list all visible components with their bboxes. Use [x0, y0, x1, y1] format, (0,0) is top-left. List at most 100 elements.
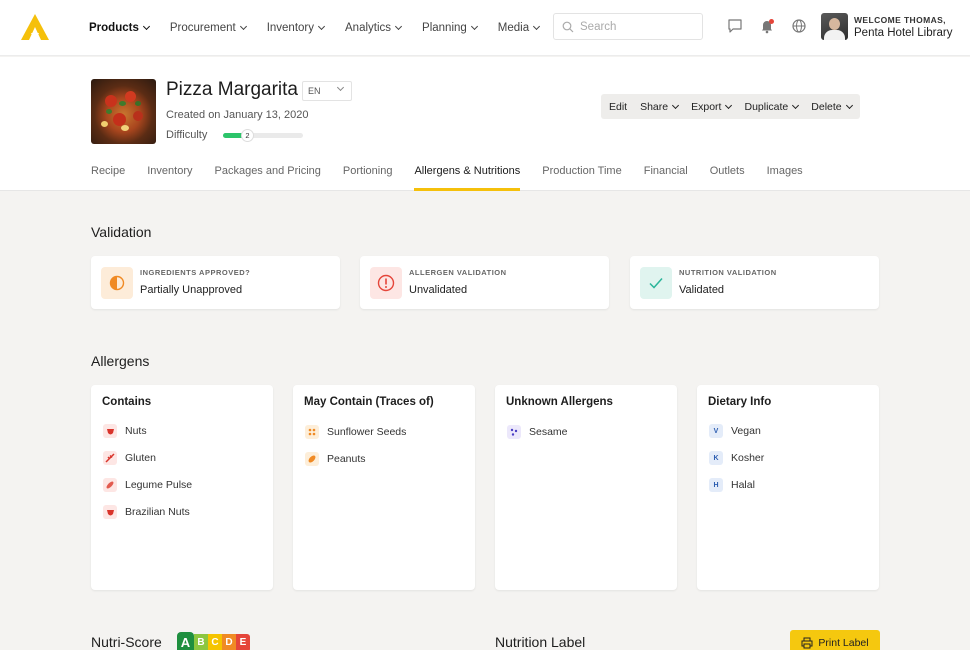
recipe-image[interactable]: [91, 79, 156, 144]
validation-value: Validated: [679, 284, 725, 296]
nutrition-validation-card: NUTRITION VALIDATION Validated: [630, 256, 879, 309]
print-label-button[interactable]: Print Label: [790, 630, 880, 650]
edit-button[interactable]: Edit: [609, 101, 627, 113]
chevron-down-icon: [533, 22, 541, 31]
main-nav: Products Procurement Inventory Analytics…: [89, 0, 560, 56]
nav-item-planning[interactable]: Planning: [422, 22, 478, 34]
nav-item-inventory[interactable]: Inventory: [267, 22, 326, 34]
card-heading: May Contain (Traces of): [304, 396, 434, 408]
share-button[interactable]: Share: [640, 101, 680, 113]
legume-icon: [103, 478, 117, 492]
list-item: Sesame: [507, 424, 568, 440]
nut-icon: [103, 505, 117, 519]
action-toolbar: Edit Share Export Duplicate Delete: [601, 94, 860, 119]
list-item: H Halal: [709, 477, 755, 493]
avatar: [821, 13, 848, 40]
may-contain-card: May Contain (Traces of) Sunflower Seeds …: [293, 385, 475, 590]
list-item: K Kosher: [709, 450, 764, 466]
chevron-down-icon: [336, 83, 345, 92]
validation-label: ALLERGEN VALIDATION: [409, 268, 507, 277]
validation-label: NUTRITION VALIDATION: [679, 268, 777, 277]
unknown-allergens-card: Unknown Allergens Sesame: [495, 385, 677, 590]
printer-icon: [801, 637, 813, 649]
card-heading: Unknown Allergens: [506, 396, 613, 408]
chat-icon[interactable]: [727, 18, 743, 34]
user-menu[interactable]: WELCOME THOMAS, Penta Hotel Library: [821, 13, 952, 40]
nav-item-products[interactable]: Products: [89, 22, 150, 34]
seeds-icon: [305, 425, 319, 439]
page-title: Pizza Margarita: [166, 79, 298, 100]
tab-portioning[interactable]: Portioning: [343, 165, 393, 191]
validation-title: Validation: [91, 224, 152, 240]
globe-icon[interactable]: [791, 18, 807, 34]
tab-allergens-nutritions[interactable]: Allergens & Nutritions: [414, 165, 521, 191]
chevron-down-icon: [845, 101, 853, 109]
validation-value: Unvalidated: [409, 284, 468, 296]
nutri-grade-b: B: [194, 634, 208, 650]
welcome-text: WELCOME THOMAS,: [854, 14, 946, 25]
list-item: Legume Pulse: [103, 477, 192, 493]
nut-icon: [103, 424, 117, 438]
top-navigation-bar: Products Procurement Inventory Analytics…: [0, 0, 970, 56]
card-heading: Dietary Info: [708, 396, 772, 408]
chevron-down-icon: [792, 101, 800, 109]
dietary-info-card: Dietary Info V Vegan K Kosher H Halal: [697, 385, 879, 590]
check-icon: [640, 267, 672, 299]
kosher-badge: K: [709, 451, 723, 465]
search-input[interactable]: [580, 20, 690, 33]
difficulty-value[interactable]: 2: [241, 129, 254, 142]
tab-outlets[interactable]: Outlets: [710, 165, 745, 191]
delete-button[interactable]: Delete: [811, 101, 853, 113]
tab-recipe[interactable]: Recipe: [91, 165, 125, 191]
created-date: Created on January 13, 2020: [166, 109, 309, 121]
nav-item-analytics[interactable]: Analytics: [345, 22, 403, 34]
chevron-down-icon: [239, 22, 247, 31]
list-item: V Vegan: [709, 423, 761, 439]
vegan-badge: V: [709, 424, 723, 438]
allergen-validation-card: ALLERGEN VALIDATION Unvalidated: [360, 256, 609, 309]
ingredients-approved-card: INGREDIENTS APPROVED? Partially Unapprov…: [91, 256, 340, 309]
recipe-tabs: Recipe Inventory Packages and Pricing Po…: [91, 165, 825, 191]
list-item: Brazilian Nuts: [103, 504, 190, 520]
tab-production-time[interactable]: Production Time: [542, 165, 621, 191]
recipe-header: Pizza Margarita EN Created on January 13…: [0, 57, 970, 191]
tab-financial[interactable]: Financial: [644, 165, 688, 191]
nutri-score-scale: A B C D E: [177, 632, 250, 650]
nutri-grade-c: C: [208, 634, 222, 650]
list-item: Gluten: [103, 450, 156, 466]
chevron-down-icon: [317, 22, 326, 31]
chevron-down-icon: [672, 101, 680, 109]
search-icon: [562, 21, 574, 32]
validation-value: Partially Unapproved: [140, 284, 243, 296]
chevron-down-icon: [470, 22, 478, 31]
nutri-grade-d: D: [222, 634, 236, 650]
alert-circle-icon: [370, 267, 402, 299]
tab-packages-and-pricing[interactable]: Packages and Pricing: [215, 165, 321, 191]
nutrition-label-title: Nutrition Label: [495, 634, 586, 650]
nav-item-media[interactable]: Media: [498, 22, 541, 34]
difficulty-slider[interactable]: 2: [223, 129, 303, 142]
sesame-icon: [507, 425, 521, 439]
brand-logo[interactable]: [20, 13, 50, 41]
organization-name: Penta Hotel Library: [854, 26, 953, 39]
wheat-icon: [103, 451, 117, 465]
tab-images[interactable]: Images: [767, 165, 803, 191]
notification-bell-icon[interactable]: [759, 18, 775, 34]
half-circle-icon: [101, 267, 133, 299]
duplicate-button[interactable]: Duplicate: [744, 101, 800, 113]
export-button[interactable]: Export: [691, 101, 733, 113]
list-item: Sunflower Seeds: [305, 424, 406, 440]
nav-item-procurement[interactable]: Procurement: [170, 22, 247, 34]
chevron-down-icon: [725, 101, 733, 109]
language-select[interactable]: EN: [302, 81, 352, 101]
tab-inventory[interactable]: Inventory: [147, 165, 192, 191]
list-item: Peanuts: [305, 451, 366, 467]
search-box[interactable]: [553, 13, 703, 40]
chevron-down-icon: [142, 22, 150, 31]
nutri-grade-e: E: [236, 634, 250, 650]
contains-card: Contains Nuts Gluten Legume Pulse Brazil…: [91, 385, 273, 590]
card-heading: Contains: [102, 396, 152, 408]
difficulty-label: Difficulty: [166, 129, 208, 141]
nutri-grade-a: A: [177, 632, 194, 650]
list-item: Nuts: [103, 423, 147, 439]
